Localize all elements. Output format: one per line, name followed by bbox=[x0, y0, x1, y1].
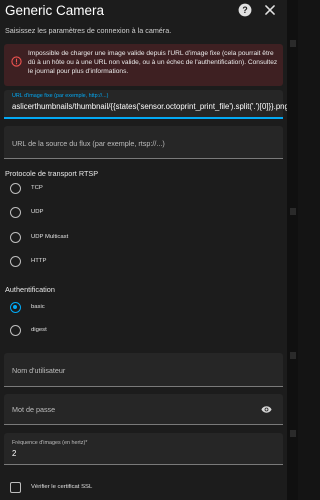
help-circle-icon[interactable]: ? bbox=[238, 3, 252, 17]
radio-http[interactable] bbox=[10, 256, 21, 267]
alert-circle-outline-icon bbox=[11, 56, 22, 67]
radio-label-digest: digest bbox=[31, 327, 47, 333]
radio-udp-multicast[interactable] bbox=[10, 232, 21, 243]
eye-icon[interactable] bbox=[261, 404, 272, 415]
frame-rate-label: Fréquence d'images (en hertz)* bbox=[12, 440, 88, 446]
background-page-mark bbox=[290, 430, 296, 437]
authentication-heading: Authentification bbox=[5, 285, 55, 294]
verify-ssl-label: Vérifier le certificat SSL bbox=[31, 484, 93, 490]
radio-label-http: HTTP bbox=[31, 258, 47, 264]
rtsp-protocol-heading: Protocole de transport RTSP bbox=[5, 169, 99, 178]
background-page-strip bbox=[287, 0, 298, 500]
error-alert: Impossible de charger une image valide d… bbox=[4, 44, 283, 86]
dialog-header: Generic Camera ? bbox=[0, 0, 287, 22]
password-field[interactable]: Mot de passe bbox=[4, 394, 283, 425]
radio-tcp[interactable] bbox=[10, 183, 21, 194]
still-image-url-field[interactable]: URL d'image fixe (par exemple, http://..… bbox=[4, 90, 287, 119]
background-page-mark bbox=[290, 208, 296, 215]
config-flow-dialog: Generic Camera ? Saisissez les paramètre… bbox=[0, 0, 287, 500]
frame-rate-field[interactable]: Fréquence d'images (en hertz)* 2 bbox=[4, 433, 283, 465]
svg-text:?: ? bbox=[242, 5, 247, 15]
radio-digest[interactable] bbox=[10, 325, 21, 336]
still-image-url-label: URL d'image fixe (par exemple, http://..… bbox=[12, 93, 109, 99]
password-placeholder: Mot de passe bbox=[12, 405, 56, 414]
verify-ssl-checkbox[interactable] bbox=[10, 482, 21, 493]
alert-message: Impossible de charger une image valide d… bbox=[28, 50, 278, 75]
radio-basic[interactable] bbox=[10, 302, 21, 313]
background-page-mark bbox=[290, 40, 296, 47]
radio-label-udp: UDP bbox=[31, 209, 44, 215]
username-field[interactable]: Nom d'utilisateur bbox=[4, 353, 283, 387]
radio-label-basic: basic bbox=[31, 304, 45, 310]
still-image-url-value[interactable]: aslicerthumbnails/thumbnail/{{states('se… bbox=[12, 102, 287, 111]
radio-udp[interactable] bbox=[10, 207, 21, 218]
background-page-mark bbox=[290, 352, 296, 359]
radio-label-udp-multicast: UDP Multicast bbox=[31, 234, 69, 240]
frame-rate-value[interactable]: 2 bbox=[12, 449, 16, 458]
username-placeholder: Nom d'utilisateur bbox=[12, 366, 66, 375]
close-icon[interactable] bbox=[263, 3, 277, 17]
dialog-title: Generic Camera bbox=[5, 3, 105, 18]
stream-source-url-placeholder: URL de la source du flux (par exemple, r… bbox=[12, 139, 165, 148]
stream-source-url-field[interactable]: URL de la source du flux (par exemple, r… bbox=[4, 126, 283, 159]
radio-label-tcp: TCP bbox=[31, 185, 43, 191]
dialog-subtitle: Saisissez les paramètres de connexion à … bbox=[5, 26, 172, 35]
